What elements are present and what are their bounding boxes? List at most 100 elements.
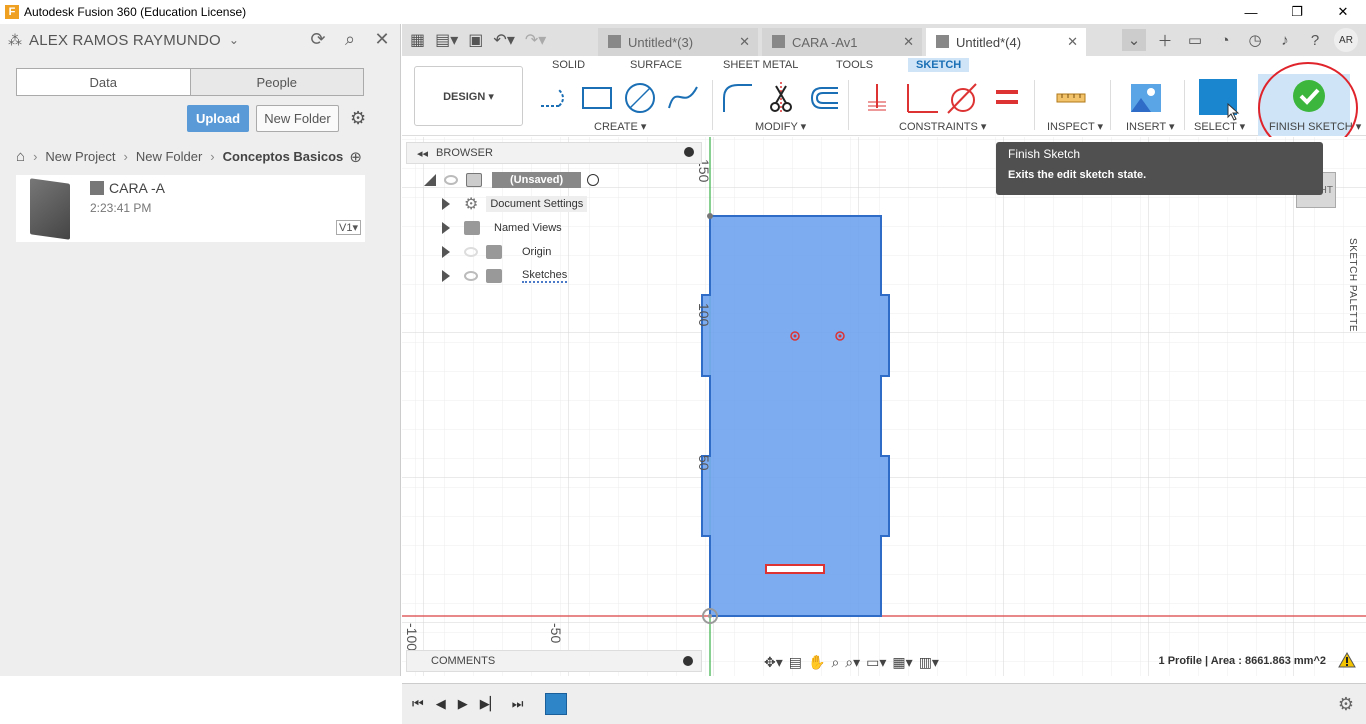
- insert-group-label[interactable]: INSERT ▾: [1126, 120, 1175, 133]
- browser-item-origin[interactable]: Origin: [442, 242, 551, 262]
- help-icon[interactable]: ?: [1304, 29, 1326, 51]
- browser-root[interactable]: (Unsaved): [424, 170, 600, 190]
- tab-sketch[interactable]: SKETCH: [908, 58, 970, 72]
- line-tool-icon[interactable]: [537, 82, 571, 114]
- notifications-bell-icon[interactable]: ♪: [1274, 29, 1296, 51]
- trim-scissors-icon[interactable]: [764, 82, 798, 114]
- file-menu-icon[interactable]: ▤▾: [435, 30, 458, 50]
- timeline-first-icon[interactable]: ⏮: [412, 696, 424, 712]
- warning-icon[interactable]: [1338, 651, 1356, 671]
- grid-settings-icon[interactable]: ▦▾: [892, 654, 912, 671]
- maximize-button[interactable]: ❐: [1274, 0, 1320, 24]
- avatar[interactable]: AR: [1334, 28, 1358, 52]
- modify-group-label[interactable]: MODIFY ▾: [755, 120, 806, 133]
- circle-tool-icon[interactable]: [623, 82, 657, 114]
- ruler-label: 50: [696, 455, 712, 471]
- browser-item-document-settings[interactable]: ⚙ Document Settings: [442, 194, 588, 214]
- workspace-switcher-button[interactable]: DESIGN ▾: [414, 66, 523, 126]
- refresh-icon[interactable]: ⟳: [308, 29, 328, 50]
- grid-menu-icon[interactable]: ▦: [410, 30, 425, 50]
- breadcrumb-item[interactable]: New Folder: [136, 149, 202, 164]
- tangent-constraint-icon[interactable]: [946, 82, 980, 114]
- save-icon[interactable]: ▣: [468, 30, 483, 50]
- chevron-down-icon[interactable]: ⌄: [229, 33, 239, 47]
- select-group-label[interactable]: SELECT ▾: [1194, 120, 1245, 133]
- measure-ruler-icon[interactable]: [1054, 82, 1088, 114]
- eye-icon[interactable]: [444, 175, 458, 185]
- globe-icon[interactable]: ⊕: [349, 148, 362, 166]
- viewports-icon[interactable]: ▥▾: [919, 654, 939, 671]
- tab-surface[interactable]: SURFACE: [630, 59, 682, 71]
- activate-radio-icon[interactable]: [587, 174, 600, 186]
- expand-triangle-icon: [442, 222, 450, 234]
- close-icon[interactable]: ✕: [739, 34, 750, 50]
- minimize-icon[interactable]: [684, 147, 694, 157]
- constraints-group-label[interactable]: CONSTRAINTS ▾: [899, 120, 986, 133]
- spline-tool-icon[interactable]: [666, 82, 700, 114]
- gear-icon[interactable]: ⚙: [1338, 694, 1354, 715]
- ruler-label: -50: [548, 623, 564, 644]
- new-folder-button[interactable]: New Folder: [256, 105, 339, 132]
- select-tool-icon[interactable]: [1199, 79, 1240, 121]
- doc-tab-untitled-4[interactable]: Untitled*(4) ✕: [926, 28, 1086, 56]
- sketch-palette-tab[interactable]: SKETCH PALETTE: [1347, 238, 1358, 332]
- zoom-window-icon[interactable]: ⌕▾: [845, 654, 860, 671]
- timeline-next-icon[interactable]: ▶▏: [480, 696, 500, 712]
- minimize-button[interactable]: —: [1228, 0, 1274, 24]
- close-icon[interactable]: ✕: [1067, 34, 1078, 50]
- tab-solid[interactable]: SOLID: [552, 59, 585, 71]
- breadcrumb-item[interactable]: New Project: [45, 149, 115, 164]
- insert-image-icon[interactable]: [1129, 82, 1163, 114]
- timeline-last-icon[interactable]: ⏭: [512, 696, 524, 712]
- equal-constraint-icon[interactable]: [990, 82, 1024, 114]
- zoom-icon[interactable]: ⌕: [831, 654, 839, 671]
- display-settings-icon[interactable]: ▭▾: [866, 654, 886, 671]
- folder-icon: [486, 269, 502, 283]
- look-at-icon[interactable]: ▤: [789, 654, 802, 671]
- upload-button[interactable]: Upload: [187, 105, 249, 132]
- pan-hand-icon[interactable]: ✋: [808, 654, 825, 671]
- close-icon[interactable]: ✕: [903, 34, 914, 50]
- add-comment-icon[interactable]: [683, 656, 693, 666]
- root-label: (Unsaved): [492, 172, 582, 188]
- create-group-label[interactable]: CREATE ▾: [594, 120, 646, 133]
- gear-icon[interactable]: ⚙: [350, 108, 366, 129]
- doc-tab-cara-a[interactable]: CARA -Av1 ✕: [762, 28, 922, 56]
- close-button[interactable]: ✕: [1320, 0, 1366, 24]
- redo-icon[interactable]: ↷▾: [525, 30, 546, 50]
- tab-people[interactable]: People: [189, 69, 363, 95]
- browser-item-named-views[interactable]: Named Views: [442, 218, 562, 238]
- user-name[interactable]: ALEX RAMOS RAYMUNDO: [29, 32, 221, 49]
- timeline-play-icon[interactable]: ▶: [458, 696, 468, 712]
- search-icon[interactable]: ⌕: [340, 29, 360, 50]
- rectangle-tool-icon[interactable]: [580, 82, 614, 114]
- orbit-icon[interactable]: ✥▾: [764, 654, 783, 671]
- tab-data[interactable]: Data: [17, 69, 190, 95]
- job-status-icon[interactable]: ◷: [1244, 29, 1266, 51]
- timeline: ⏮ ◀ ▶ ▶▏ ⏭ ⚙: [402, 683, 1366, 724]
- horizontal-vertical-constraint-icon[interactable]: [860, 82, 894, 114]
- file-item[interactable]: CARA -A 2:23:41 PM V1▾: [16, 175, 365, 242]
- version-dropdown[interactable]: V1▾: [336, 220, 361, 235]
- undo-icon[interactable]: ↶▾: [493, 30, 514, 50]
- doc-tab-untitled-3[interactable]: Untitled*(3) ✕: [598, 28, 758, 56]
- tab-overflow-chevron-icon[interactable]: ⌄: [1122, 29, 1146, 51]
- timeline-prev-icon[interactable]: ◀: [436, 696, 446, 712]
- fillet-tool-icon[interactable]: [720, 82, 754, 114]
- tab-sheet-metal[interactable]: SHEET METAL: [723, 59, 798, 71]
- comment-icon[interactable]: ▭: [1184, 29, 1206, 51]
- eye-hidden-icon[interactable]: [464, 247, 478, 257]
- extensions-icon[interactable]: ◔: [1214, 29, 1236, 51]
- timeline-sketch-marker[interactable]: [545, 693, 567, 715]
- browser-item-sketches[interactable]: Sketches: [442, 266, 568, 286]
- comments-panel[interactable]: COMMENTS: [406, 650, 702, 672]
- offset-tool-icon[interactable]: [806, 82, 840, 114]
- close-icon[interactable]: ✕: [372, 29, 392, 50]
- eye-icon[interactable]: [464, 271, 478, 281]
- collapse-arrows-icon[interactable]: ◂◂: [417, 147, 428, 160]
- tab-tools[interactable]: TOOLS: [836, 59, 873, 71]
- new-tab-plus-icon[interactable]: ＋: [1154, 29, 1176, 51]
- inspect-group-label[interactable]: INSPECT ▾: [1047, 120, 1103, 133]
- perpendicular-constraint-icon[interactable]: [904, 82, 938, 114]
- home-icon[interactable]: ⌂: [16, 148, 25, 165]
